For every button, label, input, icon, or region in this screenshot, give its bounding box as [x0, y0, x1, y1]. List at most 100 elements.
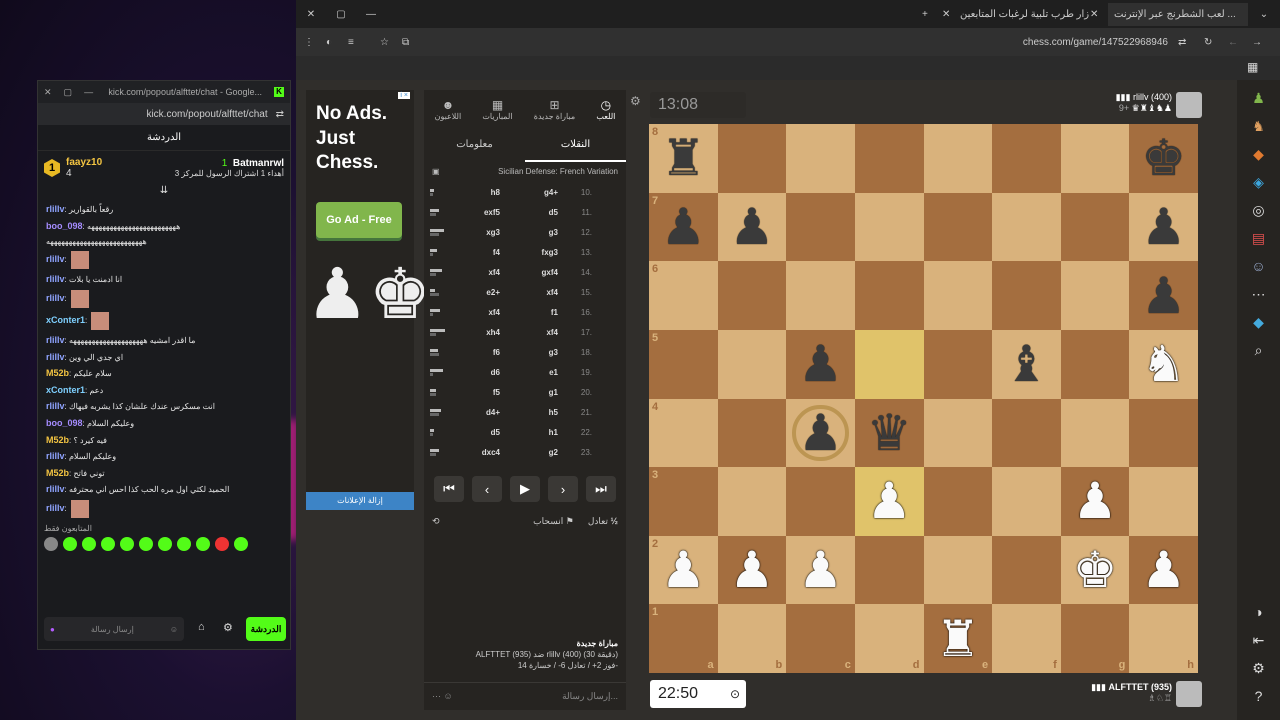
bottom-player[interactable]: ▮▮▮ ALFTTET (935) ♗♘♖ [1036, 682, 1172, 704]
minimize-icon[interactable]: — [356, 9, 386, 20]
learn-icon[interactable]: ◈ [1249, 172, 1269, 192]
back-icon[interactable]: → [1252, 37, 1272, 48]
black-move[interactable]: xh4 [452, 328, 512, 337]
expand-icon[interactable]: ⇊ [38, 185, 290, 197]
white-move[interactable]: d5 [512, 208, 572, 217]
square-b6[interactable] [717, 261, 787, 330]
remove-ads-link[interactable]: إزالة الإعلانات [306, 492, 414, 510]
black-move[interactable]: xf4 [452, 308, 512, 317]
puzzle-icon[interactable]: ♞ [1249, 116, 1269, 136]
emote-icon[interactable] [82, 536, 96, 551]
square-a1[interactable]: 1a [649, 604, 718, 673]
first-move-button[interactable]: ⏮ [434, 476, 464, 502]
chat-username[interactable]: xConter1 [46, 385, 85, 395]
square-e6[interactable] [923, 261, 993, 330]
chat-image[interactable] [70, 499, 89, 518]
square-h6[interactable]: ♟ [1129, 261, 1198, 330]
square-g2[interactable]: ♚ [1060, 535, 1130, 605]
extensions-icon[interactable]: ◐ [326, 37, 348, 48]
emote-icon[interactable] [44, 536, 58, 551]
square-c1[interactable]: c [786, 604, 855, 673]
square-h5[interactable]: ♞ [1129, 329, 1198, 399]
square-b3[interactable] [717, 467, 787, 536]
black-move[interactable]: d6 [452, 368, 512, 377]
top-player[interactable]: ▮▮▮ rlillv (400) 9+ ♛♜♝♞♟ [1036, 92, 1172, 114]
square-a4[interactable]: 4 [649, 398, 718, 468]
square-f7[interactable] [992, 192, 1061, 262]
black-pawn-icon[interactable]: ♟ [661, 202, 706, 252]
white-move[interactable]: fxg3 [512, 248, 572, 257]
square-e5[interactable] [923, 329, 993, 399]
black-move[interactable]: exf5 [452, 208, 512, 217]
chat-username[interactable]: boo_098 [46, 418, 83, 428]
black-pawn-icon[interactable]: ♟ [730, 202, 775, 252]
chat-username[interactable]: rlillv [46, 484, 65, 494]
white-move[interactable]: e1 [512, 368, 572, 377]
square-d6[interactable] [854, 261, 924, 330]
square-b5[interactable] [717, 329, 787, 399]
tab-close-icon[interactable]: ✕ [1090, 9, 1108, 20]
square-e4[interactable] [923, 398, 993, 468]
chat-username[interactable]: M52b [46, 368, 69, 378]
square-e3[interactable] [923, 467, 993, 536]
square-d4[interactable]: ♛ [854, 398, 924, 468]
white-pawn-icon[interactable]: ♟ [1073, 476, 1118, 526]
flip-board-icon[interactable]: ⟲ [432, 516, 440, 527]
chat-username[interactable]: rlillv [46, 503, 65, 513]
square-f2[interactable] [992, 535, 1061, 605]
square-b8[interactable] [717, 124, 787, 193]
square-f6[interactable] [992, 261, 1061, 330]
apps-icon[interactable]: ▦ [1247, 60, 1258, 74]
black-move[interactable]: d5 [452, 428, 512, 437]
chat-username[interactable]: rlillv [46, 293, 65, 303]
chat-username[interactable]: rlillv [46, 274, 65, 284]
white-move[interactable]: gxf4 [512, 268, 572, 277]
square-c2[interactable]: ♟ [786, 535, 855, 605]
black-queen-icon[interactable]: ♛ [867, 408, 912, 458]
square-g3[interactable]: ♟ [1060, 467, 1130, 536]
search-icon[interactable]: ⌕ [1249, 340, 1269, 360]
white-move[interactable]: g2 [512, 448, 572, 457]
square-g8[interactable] [1060, 124, 1130, 193]
chat-username[interactable]: rlillv [46, 352, 65, 362]
square-g1[interactable]: g [1060, 604, 1130, 673]
ad-free-button[interactable]: Go Ad - Free [316, 202, 402, 239]
square-a6[interactable]: 6 [649, 261, 718, 330]
chat-username[interactable]: rlillv [46, 335, 65, 345]
news-icon[interactable]: ▤ [1249, 228, 1269, 248]
kick-address-bar[interactable]: kick.com/popout/alfttet/chat ⇄ [38, 103, 290, 125]
game-chat-input[interactable]: ⋯ ☺ إرسال رسالة... [424, 682, 626, 710]
settings-icon[interactable]: ⚙ [1249, 658, 1269, 678]
square-b4[interactable] [717, 398, 787, 468]
square-g6[interactable] [1060, 261, 1130, 330]
more-icon[interactable]: ⋯ [1249, 284, 1269, 304]
social-icon[interactable]: ☺ [1249, 256, 1269, 276]
square-f1[interactable]: f [992, 604, 1061, 673]
white-pawn-icon[interactable]: ♟ [730, 545, 775, 595]
square-d5[interactable] [854, 329, 924, 399]
theme-icon[interactable]: ◑ [1249, 602, 1269, 622]
black-pawn-icon[interactable]: ♟ [798, 339, 843, 389]
tab-moves[interactable]: النقلات [525, 128, 626, 162]
emote-icon[interactable] [120, 536, 134, 551]
square-e1[interactable]: e ♜ [923, 604, 993, 673]
chat-username[interactable]: rlillv [46, 451, 65, 461]
next-move-button[interactable]: › [548, 476, 578, 502]
emote-icon[interactable] [158, 536, 172, 551]
square-g4[interactable] [1060, 398, 1130, 468]
resign-button[interactable]: انسحاب ⚑ [533, 516, 574, 527]
square-e7[interactable] [923, 192, 993, 262]
store-icon[interactable]: ⌂ [198, 621, 205, 633]
mic-icon[interactable]: ● [50, 625, 55, 634]
black-move[interactable]: dxc4 [452, 448, 512, 457]
black-move[interactable]: f5 [452, 388, 512, 397]
white-move[interactable]: xf4 [512, 328, 572, 337]
white-pawn-icon[interactable]: ♟ [1141, 545, 1186, 595]
square-b1[interactable]: b [717, 604, 787, 673]
lesson-icon[interactable]: ◆ [1249, 144, 1269, 164]
tab-info[interactable]: معلومات [424, 128, 525, 162]
draw-button[interactable]: تعادل ½ [588, 516, 618, 527]
tune-icon[interactable]: ⇄ [276, 109, 284, 120]
gear-icon[interactable]: ⚙ [223, 621, 233, 634]
emote-icon[interactable] [139, 536, 153, 551]
